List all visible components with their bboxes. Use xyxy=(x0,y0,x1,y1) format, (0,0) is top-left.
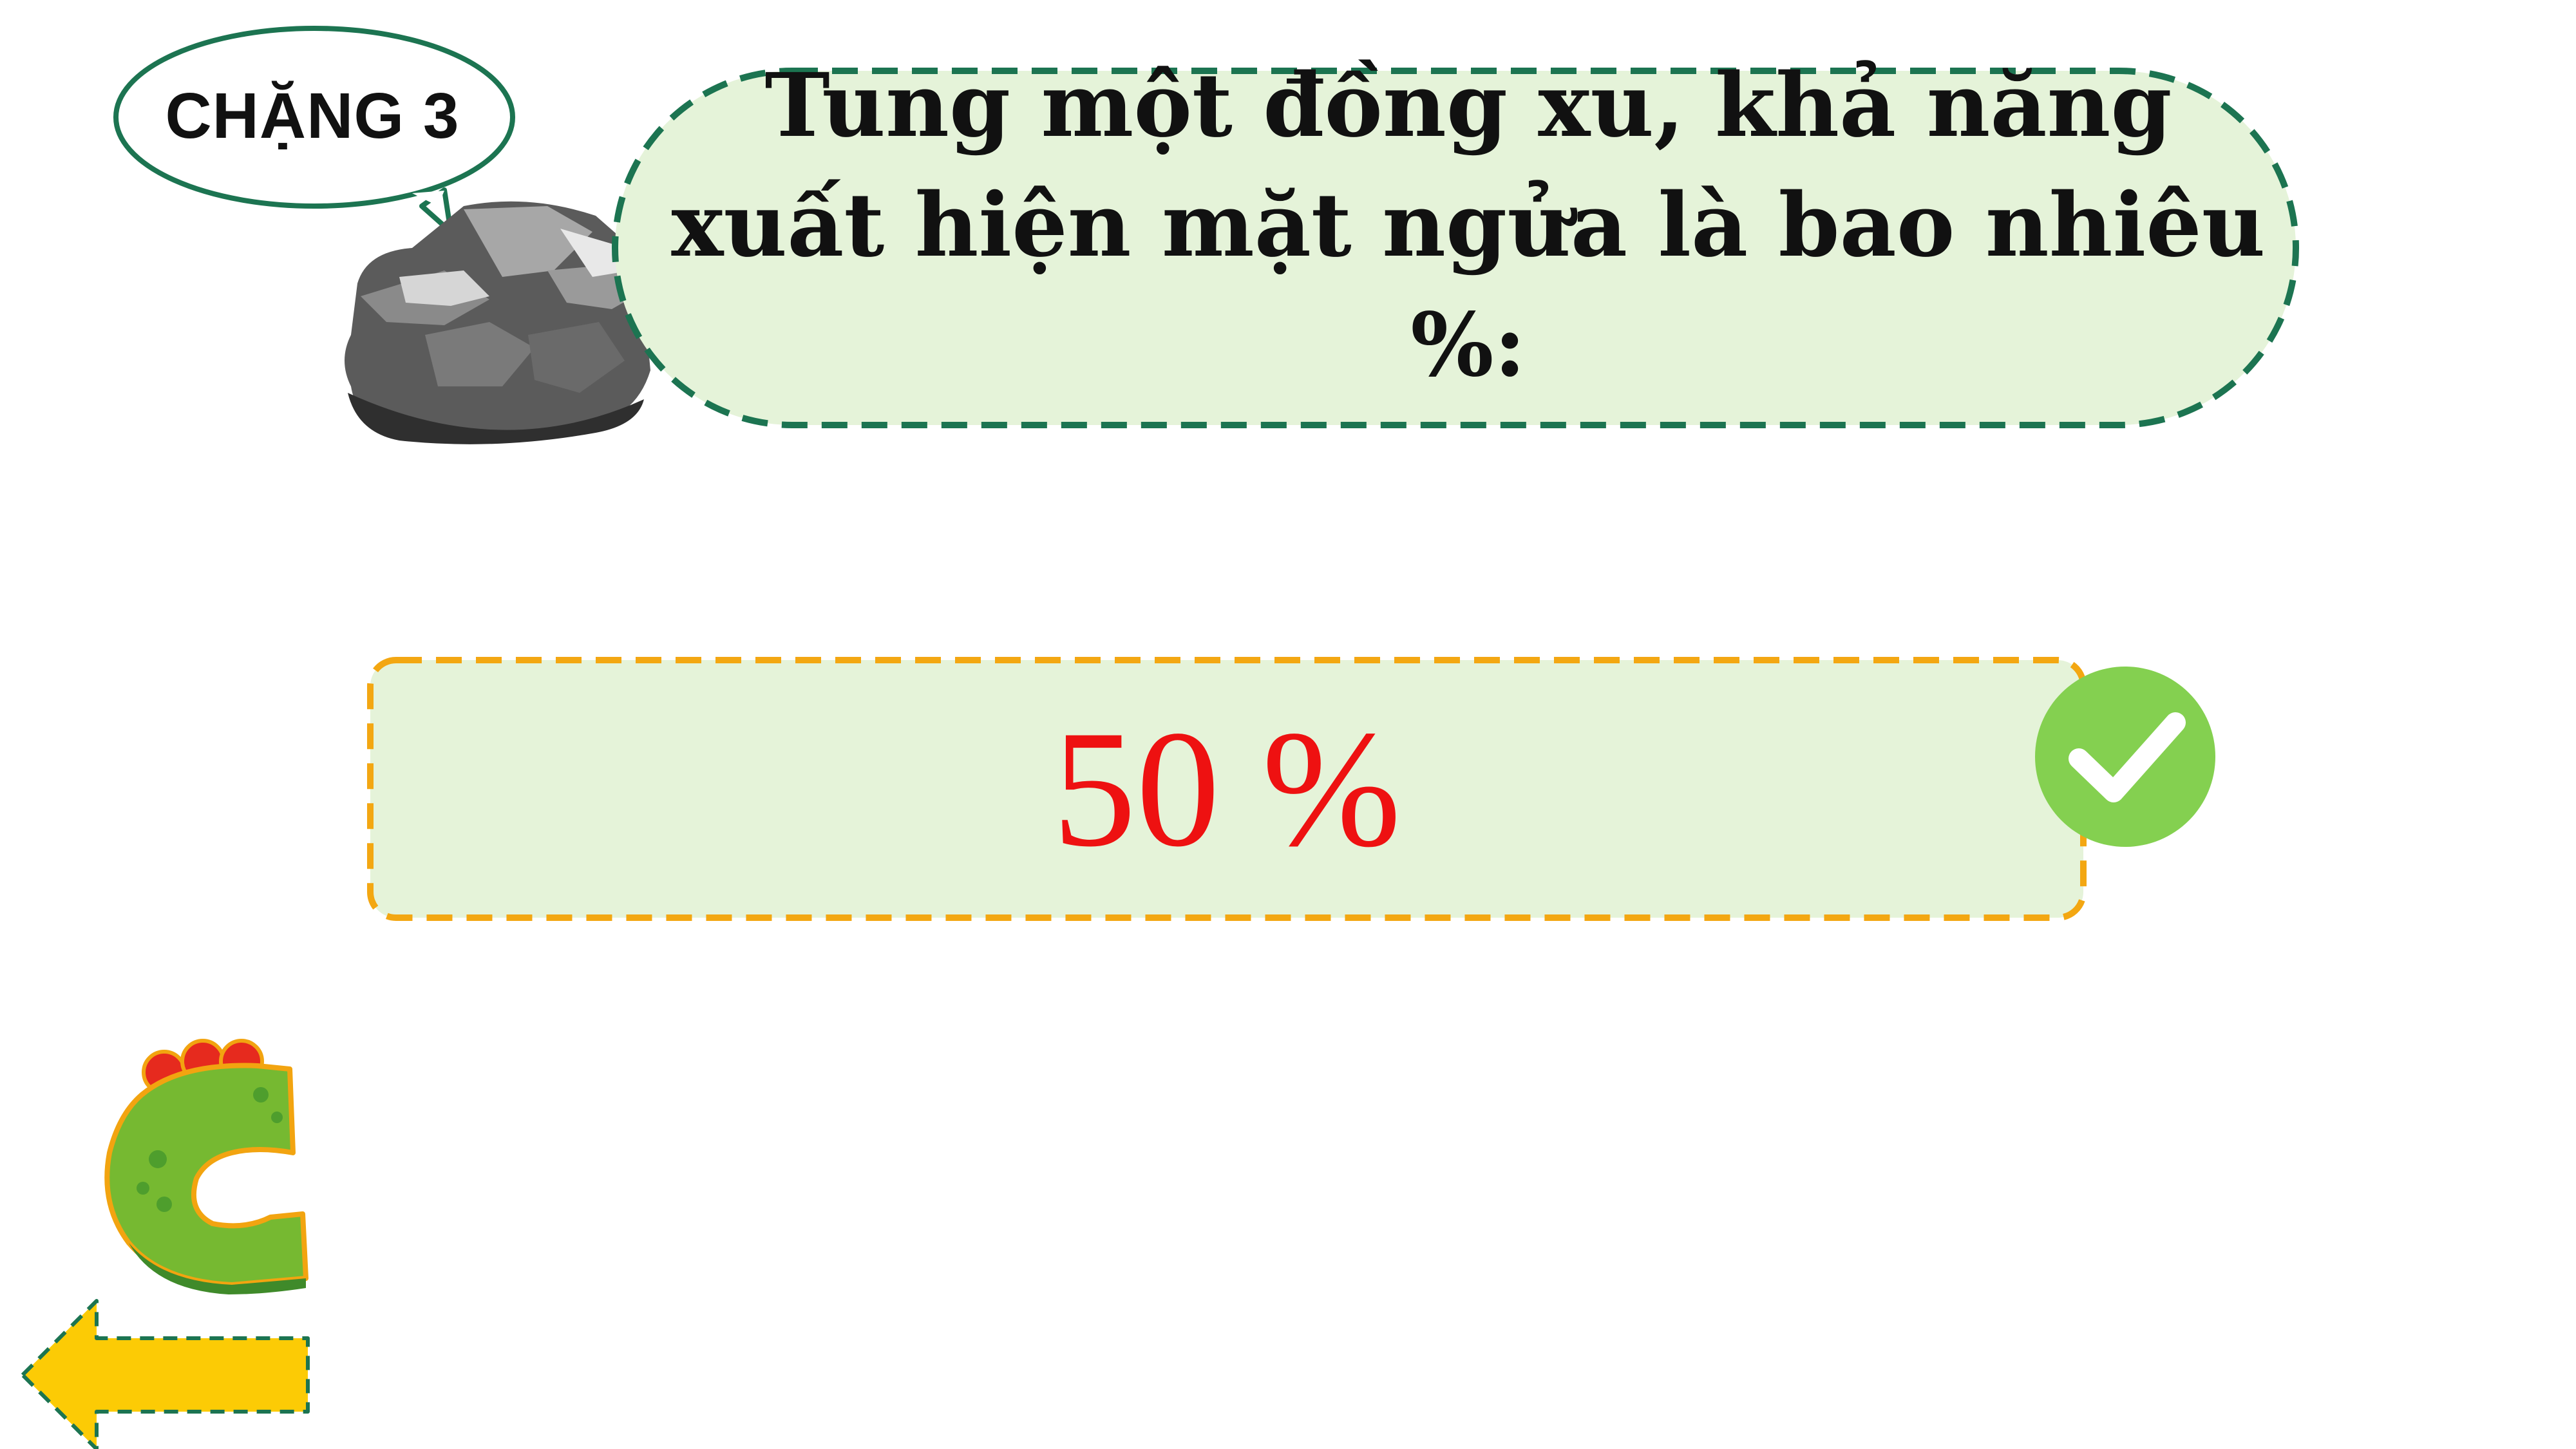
answer-text[interactable]: 50 % xyxy=(370,660,2083,918)
arrow-left-icon[interactable] xyxy=(21,1299,310,1449)
stage-label: CHẶNG 3 xyxy=(165,79,460,152)
rock-icon xyxy=(345,201,650,444)
question-text: Tung một đồng xu, khả năng xuất hiện mặt… xyxy=(671,54,2266,397)
letter-c-dinosaur-icon xyxy=(104,1039,308,1294)
